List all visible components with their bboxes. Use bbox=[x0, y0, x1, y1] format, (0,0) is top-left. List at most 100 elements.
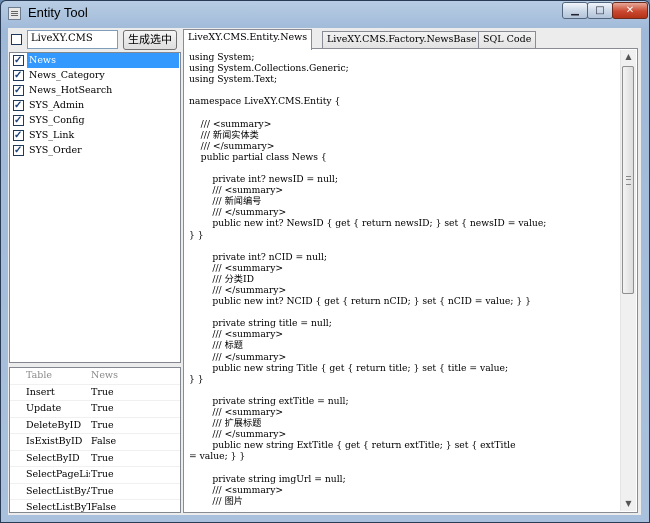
class-checkbox[interactable] bbox=[13, 128, 24, 143]
vertical-scrollbar[interactable]: ▲ ▼ bbox=[620, 50, 636, 511]
method-grid[interactable]: Table News Insert True Update True DeleteByI… bbox=[9, 367, 181, 513]
grid-method-name: SelectListByAll bbox=[26, 485, 90, 497]
maximize-button[interactable]: □ bbox=[587, 2, 613, 19]
class-label: News_HotSearch bbox=[29, 85, 113, 96]
code-line: /// <summary> bbox=[189, 407, 284, 418]
grid-row[interactable]: SelectListByTopFalse bbox=[10, 500, 180, 513]
code-line: /// </summary> bbox=[189, 351, 287, 363]
scroll-down-icon[interactable]: ▼ bbox=[621, 497, 636, 511]
grid-row[interactable]: DeleteByID True bbox=[10, 418, 180, 434]
class-label: SYS_Order bbox=[29, 145, 82, 156]
code-line: /// 新闻编号 bbox=[189, 196, 262, 208]
grid-row[interactable]: IsExistByID False bbox=[10, 434, 180, 451]
grid-row[interactable]: SelectPageListTrue bbox=[10, 467, 180, 484]
class-list-item[interactable]: News_Category bbox=[10, 68, 180, 83]
class-label: News_Category bbox=[29, 70, 105, 81]
tab-entity[interactable]: LiveXY.CMS.Entity.News bbox=[183, 29, 313, 50]
grid-method-value[interactable]: False bbox=[91, 500, 116, 512]
class-checkbox[interactable] bbox=[13, 83, 24, 98]
code-text[interactable]: using System; using System.Collections.Ge… bbox=[189, 52, 621, 510]
grid-method-name: Update bbox=[26, 403, 62, 414]
class-list-item[interactable]: SYS_Order bbox=[10, 143, 180, 158]
code-line: = value; } } bbox=[189, 451, 246, 463]
class-checkbox[interactable] bbox=[13, 113, 24, 128]
code-line: using System; bbox=[189, 52, 255, 63]
grid-row[interactable]: SelectByID True bbox=[10, 451, 180, 467]
class-list-item[interactable]: SYS_Link bbox=[10, 128, 180, 143]
minimize-button[interactable]: ▁ bbox=[562, 2, 588, 19]
class-list-item[interactable]: SYS_Config bbox=[10, 113, 180, 128]
code-pane[interactable]: using System; using System.Collections.Ge… bbox=[183, 48, 638, 513]
grid-method-value[interactable]: True bbox=[91, 385, 114, 400]
grid-method-name: SelectListByTop bbox=[26, 502, 90, 513]
code-line: private string extTitle = null; bbox=[189, 395, 349, 407]
app-window: Entity Tool ▁ □ ✕ LiveXY.CMS 生成选中 NewsNe… bbox=[0, 0, 650, 523]
code-line: namespace LiveXY.CMS.Entity { bbox=[189, 96, 341, 108]
grid-row[interactable]: SelectListByAllTrue bbox=[10, 484, 180, 500]
class-label: SYS_Admin bbox=[29, 100, 85, 111]
tab-strip: LiveXY.CMS.Entity.News LiveXY.CMS.Factory… bbox=[183, 29, 641, 50]
class-checkbox[interactable] bbox=[13, 68, 24, 83]
grid-method-value[interactable]: True bbox=[91, 467, 114, 482]
grid-method-value[interactable]: True bbox=[91, 418, 114, 433]
code-line: using System.Collections.Generic; bbox=[189, 63, 349, 75]
namespace-input[interactable]: LiveXY.CMS bbox=[27, 30, 118, 49]
app-icon bbox=[8, 7, 21, 20]
class-checkbox[interactable] bbox=[13, 143, 24, 158]
class-list-item[interactable]: News_HotSearch bbox=[10, 83, 180, 98]
class-checkbox[interactable] bbox=[13, 53, 24, 68]
close-button[interactable]: ✕ bbox=[612, 2, 648, 19]
grid-method-value[interactable]: True bbox=[91, 401, 114, 416]
scroll-up-icon[interactable]: ▲ bbox=[621, 50, 636, 64]
tab-factory[interactable]: LiveXY.CMS.Factory.NewsBase bbox=[322, 31, 482, 48]
title-bar[interactable]: Entity Tool ▁ □ ✕ bbox=[1, 1, 649, 27]
code-line: public new string ExtTitle { get { retur… bbox=[189, 440, 516, 452]
code-line: private string imgUrl = null; bbox=[189, 473, 346, 485]
class-label: News bbox=[27, 53, 179, 68]
class-list[interactable]: News News_Category News_HotSearch SYS_Admin… bbox=[9, 52, 181, 363]
code-line: /// 扩展标题 bbox=[189, 418, 262, 430]
code-line: /// <summary> bbox=[189, 118, 272, 130]
code-line: /// </summary> bbox=[189, 140, 275, 152]
grid-method-value[interactable]: False bbox=[91, 434, 116, 449]
code-line: /// <summary> bbox=[189, 329, 284, 341]
code-line: /// <summary> bbox=[189, 484, 284, 496]
client-area: LiveXY.CMS 生成选中 News News_Category News_Ho… bbox=[8, 28, 641, 515]
grid-method-name: SelectByID bbox=[26, 452, 80, 464]
grid-method-value[interactable]: True bbox=[91, 451, 114, 466]
grid-row[interactable]: Insert True bbox=[10, 385, 180, 401]
code-line: /// <summary> bbox=[189, 185, 284, 197]
code-line: /// 图片 bbox=[189, 495, 243, 507]
code-line: /// </summary> bbox=[189, 429, 287, 441]
code-line: } } bbox=[189, 229, 204, 241]
grid-row[interactable]: Update True bbox=[10, 401, 180, 418]
code-line: public partial class News { bbox=[189, 151, 327, 163]
code-line: private int? newsID = null; bbox=[189, 174, 338, 186]
class-list-item[interactable]: SYS_Admin bbox=[10, 98, 180, 113]
grid-method-name: Insert bbox=[26, 386, 55, 398]
grid-method-value[interactable]: True bbox=[91, 484, 114, 499]
grid-method-name: DeleteByID bbox=[26, 419, 82, 431]
class-label: SYS_Link bbox=[29, 130, 75, 141]
code-line: public new int? NewsID { get { return ne… bbox=[189, 218, 547, 230]
grid-method-name: SelectPageList bbox=[26, 469, 90, 480]
generate-selected-button[interactable]: 生成选中 bbox=[123, 30, 177, 50]
code-line: /// <summary> bbox=[189, 262, 284, 274]
class-checkbox[interactable] bbox=[13, 98, 24, 113]
code-line: /// 分类ID bbox=[189, 273, 254, 285]
code-line: private string title = null; bbox=[189, 318, 332, 330]
select-all-checkbox[interactable] bbox=[11, 34, 22, 45]
grip-icon bbox=[626, 176, 631, 185]
class-list-item[interactable]: News bbox=[10, 53, 180, 68]
scroll-thumb[interactable] bbox=[622, 66, 634, 294]
tab-sql[interactable]: SQL Code bbox=[478, 31, 537, 48]
code-line: private int? nCID = null; bbox=[189, 251, 327, 263]
code-line: /// </summary> bbox=[189, 284, 287, 296]
code-line: } } bbox=[189, 373, 204, 385]
